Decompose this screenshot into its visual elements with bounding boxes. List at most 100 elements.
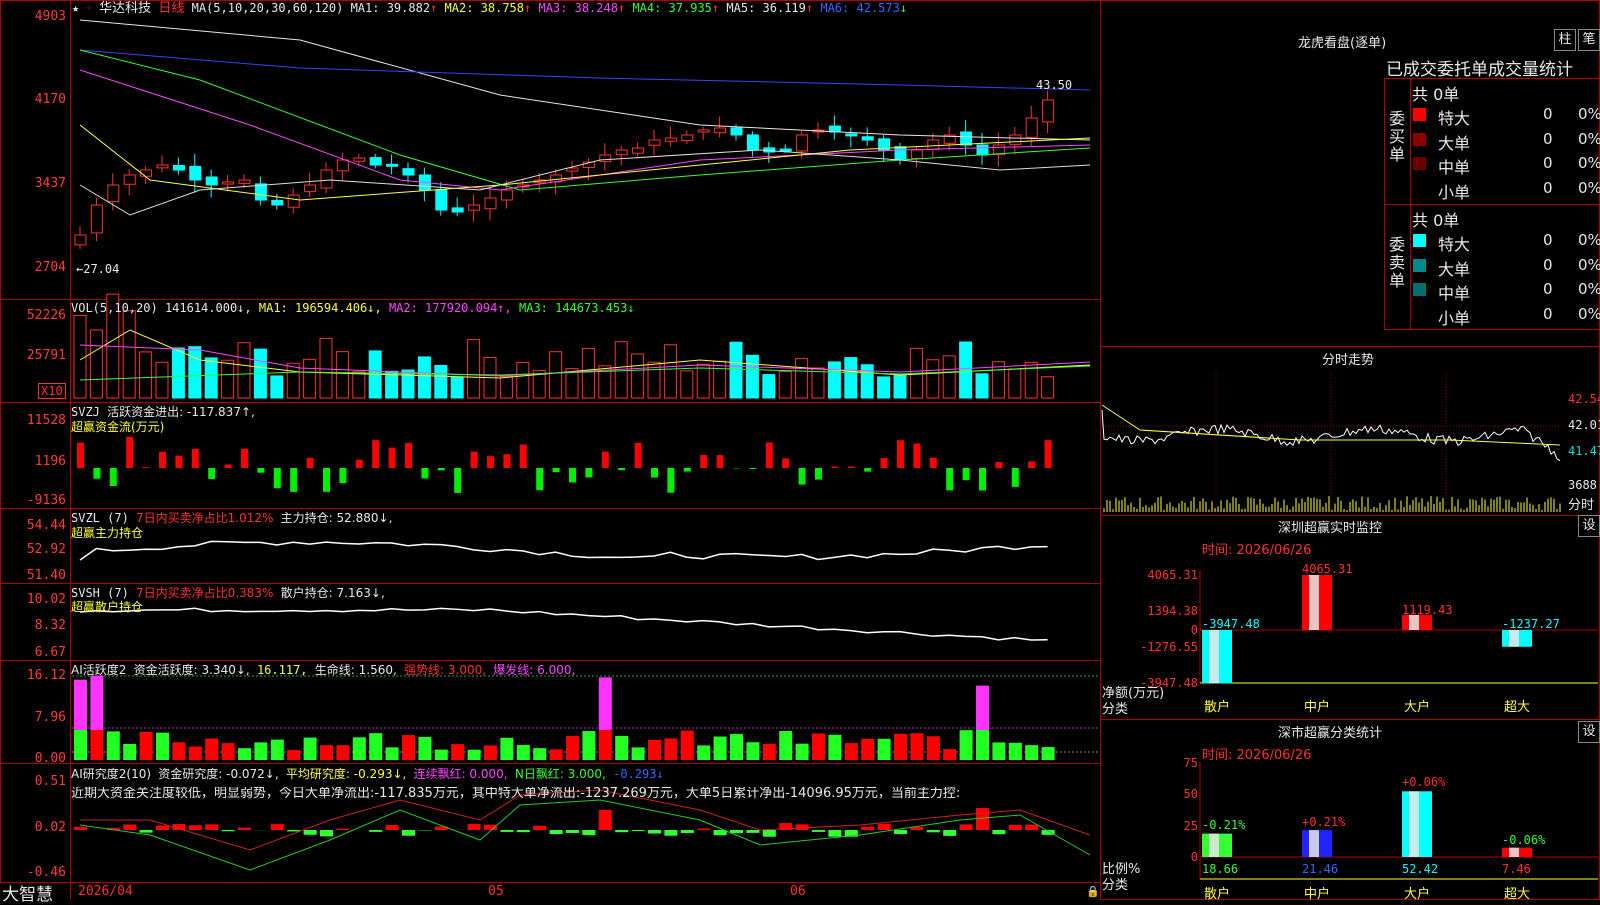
lhb-col-divider (1410, 78, 1411, 330)
classify-title: 深市超赢分类统计 (1278, 722, 1382, 741)
candle-body (141, 170, 152, 176)
research-bar (927, 830, 940, 832)
fund-flow-bar (913, 443, 920, 468)
fund-flow-bar (602, 452, 609, 468)
ma-arrow-6: ↓ (900, 1, 907, 15)
classify-time: 时间: 2026/06/26 (1202, 744, 1311, 763)
stock-name[interactable]: 华达科技 (99, 1, 151, 16)
candle-body (862, 137, 873, 140)
research-bar (960, 824, 973, 830)
ma-line-1 (80, 20, 1090, 140)
date-label: 06 (790, 884, 806, 899)
monitor-time: 时间: 2026/06/26 (1202, 539, 1311, 558)
fund-flow-bar (208, 468, 215, 479)
svzj-value: 活跃资金进出: -117.837↑, (107, 405, 255, 419)
ai1-burstline: 爆发线: 6.000, (493, 663, 575, 677)
monitor-settings-button[interactable]: 设 (1578, 515, 1600, 537)
fund-flow-bar (372, 440, 379, 468)
activity-bar (664, 738, 677, 760)
fund-flow-bar (700, 455, 707, 468)
order-percent: 0% (1578, 154, 1600, 172)
fund-flow-bar (307, 458, 314, 468)
svzj-prefix: SVZJ (71, 405, 100, 419)
intraday-axis-label: 3688 (1568, 478, 1597, 492)
classify-settings-button[interactable]: 设 (1578, 721, 1600, 743)
research-bar (550, 830, 563, 834)
volume-bar (90, 330, 102, 398)
vol-unit-badge[interactable]: X10 (38, 383, 66, 399)
activity-bar (484, 745, 497, 760)
activity-bar (1042, 747, 1055, 760)
buy-total: 共 0单 (1412, 81, 1459, 105)
volume-bar (418, 357, 430, 398)
bar-view-button[interactable]: 柱 (1554, 29, 1576, 51)
volume-bar (189, 347, 201, 398)
fund-flow-bar (323, 468, 330, 492)
low-price-mark: ←27.04 (76, 262, 119, 276)
candle-body (682, 135, 693, 141)
svsh-axis-label: 10.02 (0, 593, 66, 607)
lock-icon[interactable]: 🔒 (1086, 885, 1100, 898)
candle-body (616, 150, 627, 155)
activity-bar (714, 737, 727, 760)
research-bar (500, 830, 513, 832)
date-label: 05 (488, 884, 504, 899)
volume-bar (500, 377, 512, 398)
fund-flow-bar (635, 443, 642, 468)
research-bar (664, 830, 677, 836)
research-bar (222, 830, 235, 831)
ma-values: MA1: 39.882↑ MA2: 38.758↑ MA3: 38.248↑ M… (351, 1, 907, 15)
research-bar (205, 824, 218, 830)
activity-bar (386, 747, 399, 760)
candle-body (124, 175, 135, 184)
activity-bar (894, 734, 907, 760)
lhb-section-title: 已成交委托单成交量统计 (1386, 55, 1573, 80)
activity-bar (468, 750, 481, 760)
period-label[interactable]: 日线 (158, 1, 184, 16)
tick-view-button[interactable]: 笔 (1578, 29, 1600, 51)
candle-body (255, 184, 266, 200)
research-bar (517, 830, 530, 832)
activity-bar (960, 730, 973, 760)
fund-flow-bar (93, 468, 100, 479)
fund-flow-bar (339, 468, 346, 483)
fund-flow-bar (159, 452, 166, 468)
volume-bar (336, 352, 348, 398)
fund-flow-bar (553, 468, 560, 472)
fund-flow-bar (766, 442, 773, 468)
candle-body (633, 148, 644, 153)
volume-bar (746, 355, 758, 398)
fund-flow-bar (995, 462, 1002, 468)
star-icon[interactable]: ★ (72, 1, 79, 15)
research-bar (320, 830, 333, 836)
date-label: 2026/04 (78, 884, 133, 899)
volume-bar (1042, 377, 1054, 398)
research-bar (386, 825, 399, 830)
volume-bar (845, 358, 857, 398)
volume-bar (582, 348, 594, 398)
ai2-axis-label: -0.46 (0, 866, 66, 880)
ai1-lifeline: 生命线: 1.560, (315, 663, 397, 677)
intraday-panel[interactable] (1100, 346, 1600, 516)
svsh-header: SVSH (7) 7日内买卖净占比0.383% 散户持仓: 7.163↓, (71, 586, 385, 600)
volume-bar (796, 359, 808, 398)
ai2-research: 资金研究度: -0.072↓, (158, 767, 278, 781)
order-size-label: 大单 (1438, 130, 1470, 154)
research-bar (878, 824, 891, 830)
volume-bar (812, 368, 824, 398)
volume-bar (156, 362, 168, 398)
fund-flow-bar (290, 468, 297, 492)
research-bar (1009, 825, 1022, 830)
fund-flow-bar (405, 443, 412, 468)
candle-body (1043, 100, 1054, 122)
classify-x-title: 分类 (1102, 874, 1128, 893)
fund-flow-bar (618, 468, 625, 470)
fund-flow-bar (438, 468, 445, 470)
candle-body (223, 182, 234, 184)
volume-bar (140, 352, 152, 398)
svzl-axis-label: 52.92 (0, 543, 66, 557)
ma-arrow-1: ↑ (430, 1, 437, 15)
ma-prefix: MA(5,10,20,30,60,120) (192, 1, 344, 15)
candle-body (239, 180, 250, 183)
intraday-axis-label: 42.54 (1568, 392, 1600, 406)
